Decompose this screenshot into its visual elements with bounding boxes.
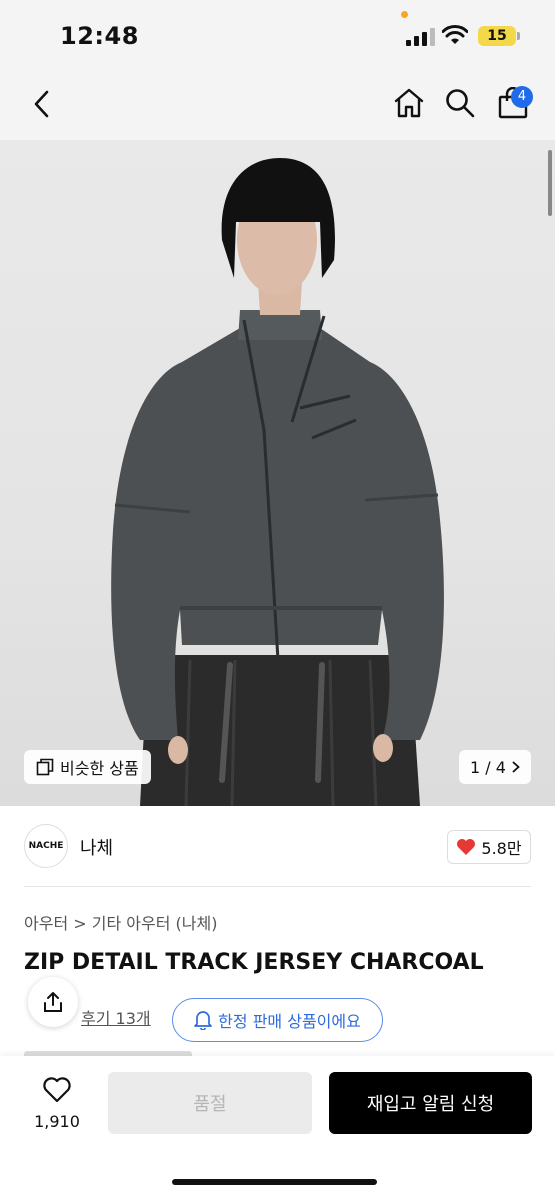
- similar-products-button[interactable]: 비슷한 상품: [24, 750, 151, 784]
- copy-icon: [36, 758, 54, 776]
- brand-logo: NACHE: [24, 824, 68, 868]
- page-indicator-text: 1 / 4: [470, 757, 506, 777]
- bell-icon: [194, 1011, 213, 1030]
- wishlist-button[interactable]: 1,910: [30, 1076, 84, 1131]
- product-title: ZIP DETAIL TRACK JERSEY CHARCOAL: [24, 950, 484, 975]
- similar-products-label: 비슷한 상품: [60, 759, 139, 778]
- brand-like-count: 5.8만: [481, 839, 522, 858]
- cellular-signal-icon: [406, 28, 435, 46]
- battery-tip: [517, 32, 520, 40]
- home-icon: [394, 88, 424, 118]
- review-link[interactable]: 후기 13개: [81, 1005, 151, 1029]
- clock: 12:48: [60, 22, 139, 50]
- sold-out-button: 품절: [108, 1072, 312, 1134]
- divider: [24, 886, 531, 887]
- chevron-right-icon: [512, 761, 520, 773]
- home-button[interactable]: [390, 84, 428, 122]
- brand-like-button[interactable]: 5.8만: [447, 830, 531, 864]
- wifi-icon: [442, 25, 468, 44]
- share-button[interactable]: [28, 977, 78, 1027]
- share-icon: [44, 992, 62, 1012]
- product-image-carousel[interactable]: [0, 140, 555, 806]
- brand-row[interactable]: NACHE 나체 5.8만: [0, 806, 555, 886]
- restock-notify-button[interactable]: 재입고 알림 신청: [329, 1072, 532, 1134]
- limited-sale-badge[interactable]: 한정 판매 상품이에요: [172, 998, 383, 1042]
- image-page-indicator[interactable]: 1 / 4: [459, 750, 531, 784]
- top-nav: [0, 70, 555, 140]
- scroll-indicator: [548, 150, 552, 216]
- breadcrumb[interactable]: 아우터 > 기타 아우터 (나체): [24, 910, 217, 934]
- brand-name: 나체: [80, 838, 114, 859]
- product-photo: [111, 158, 444, 806]
- limited-sale-label: 한정 판매 상품이에요: [218, 1012, 361, 1031]
- search-icon: [446, 89, 475, 118]
- battery-level: 15: [478, 26, 516, 46]
- status-bar: 12:48 15: [0, 0, 555, 70]
- wishlist-count: 1,910: [34, 1112, 80, 1131]
- chevron-left-icon: [34, 90, 49, 118]
- home-indicator: [172, 1179, 377, 1185]
- heart-outline-icon: [43, 1077, 71, 1103]
- cart-count-badge: 4: [511, 86, 533, 108]
- search-button[interactable]: [442, 84, 478, 122]
- heart-filled-icon: [457, 839, 476, 855]
- back-button[interactable]: [26, 86, 56, 122]
- privacy-indicator: [401, 11, 408, 18]
